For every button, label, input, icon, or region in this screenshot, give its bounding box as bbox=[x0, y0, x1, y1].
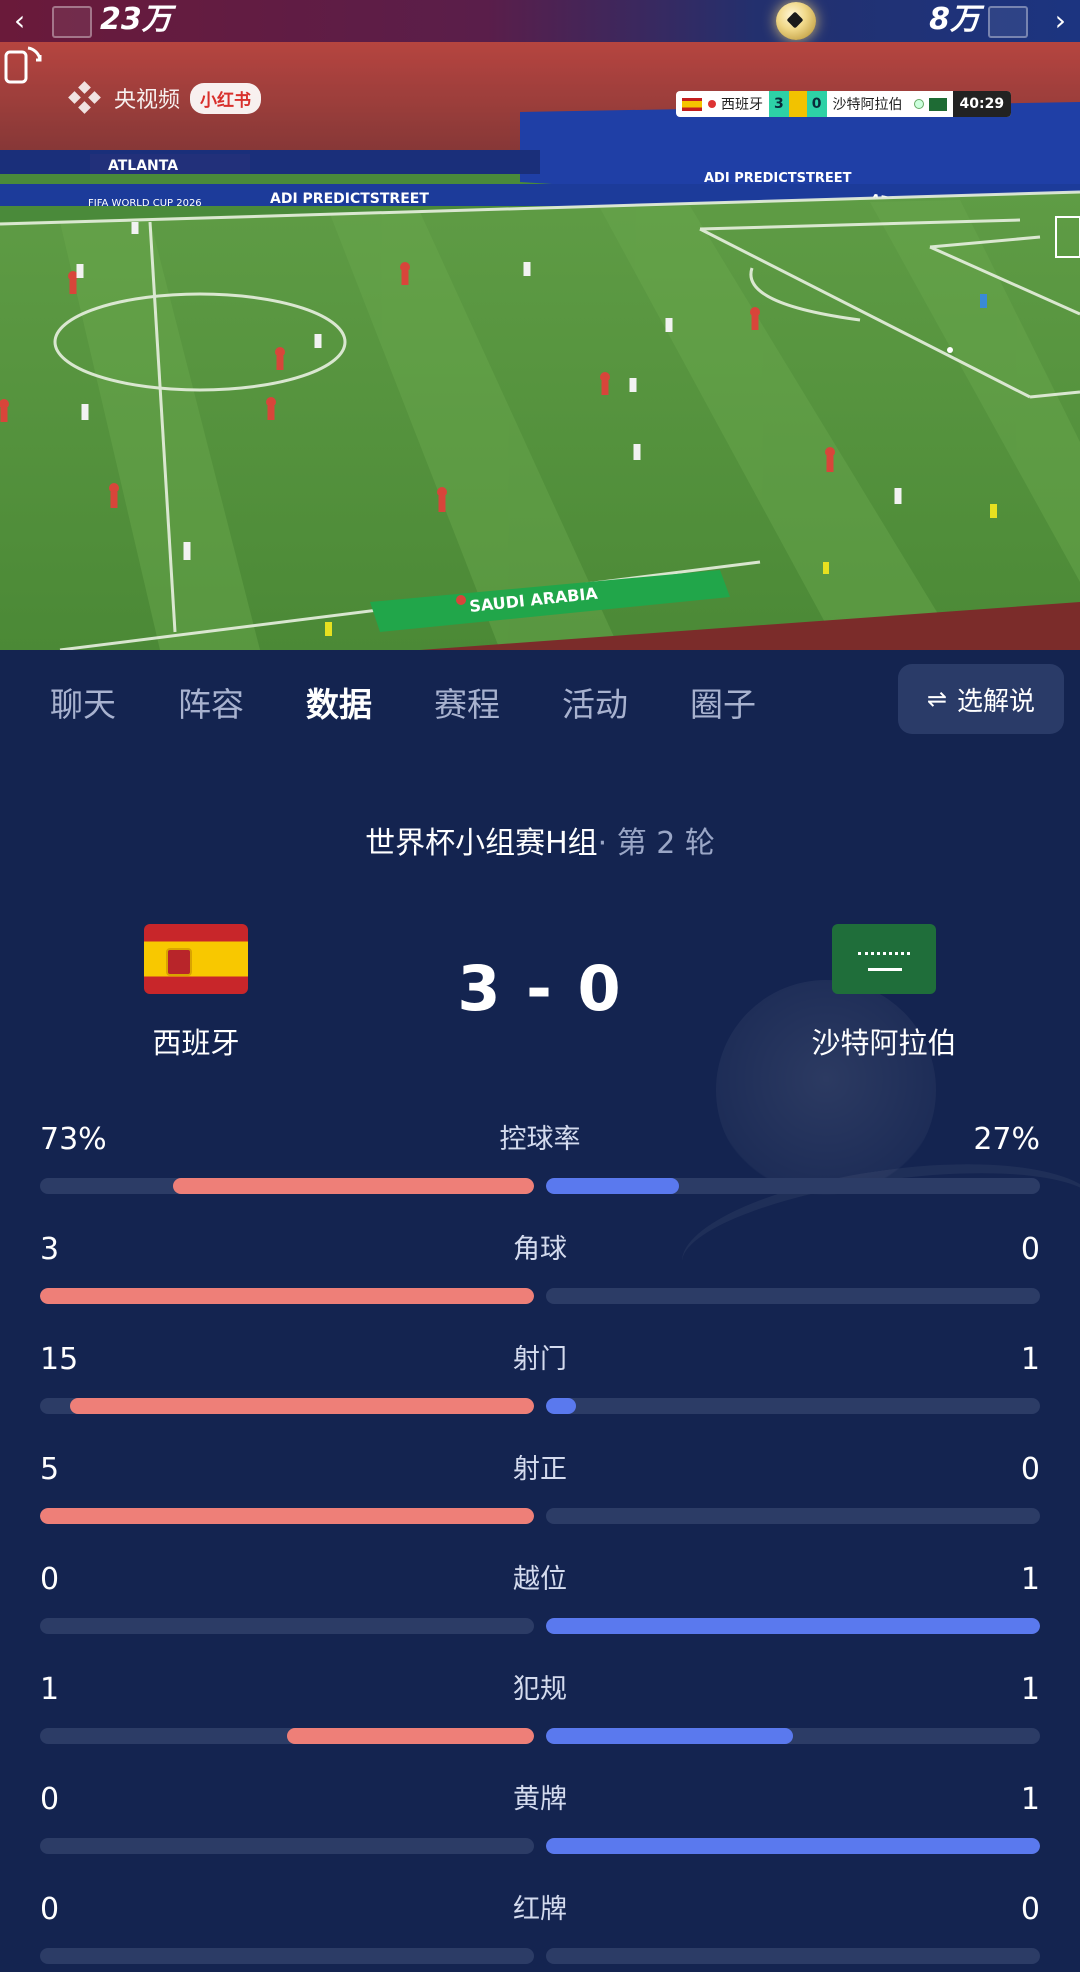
away-vote-box[interactable] bbox=[988, 6, 1028, 38]
rotate-screen-icon[interactable] bbox=[0, 42, 44, 86]
saudi-flag-icon bbox=[928, 97, 947, 111]
stat-away-value: 1 bbox=[1020, 1562, 1040, 1597]
stat-away-value: 1 bbox=[1020, 1672, 1040, 1707]
scorebug: 西班牙 3 0 沙特阿拉伯 40:29 bbox=[676, 91, 1012, 117]
tab-stats[interactable]: 数据 bbox=[306, 678, 372, 726]
stat-home-track bbox=[40, 1838, 534, 1854]
home-vote-count: 23万 bbox=[100, 2, 172, 37]
stat-home-bar bbox=[40, 1288, 534, 1304]
stat-away-track bbox=[546, 1618, 1040, 1634]
home-vote-box[interactable] bbox=[52, 6, 92, 38]
stat-label: 越位 bbox=[513, 1564, 567, 1595]
stat-row: 73% 控球率 27% bbox=[40, 1122, 1040, 1202]
stat-home-track bbox=[40, 1618, 534, 1634]
match-footage: ATLANTA FIFA WORLD CUP 2026 ADI PREDICTS… bbox=[0, 42, 1080, 650]
tab-community[interactable]: 圈子 bbox=[690, 678, 756, 726]
tab-chat[interactable]: 聊天 bbox=[50, 678, 116, 726]
stat-away-track bbox=[546, 1728, 1040, 1744]
stat-home-bar bbox=[70, 1398, 534, 1414]
scorebug-away-score: 0 bbox=[806, 91, 827, 117]
stat-away-track bbox=[546, 1838, 1040, 1854]
stat-away-bar bbox=[546, 1618, 1040, 1634]
select-commentary-button[interactable]: ⇌ 选解说 bbox=[898, 664, 1064, 734]
stat-home-track bbox=[40, 1728, 534, 1744]
ad-board-2: ADI PREDICTSTREET bbox=[704, 171, 852, 186]
cctv-logo-icon bbox=[66, 81, 104, 114]
scorebug-home-team: 西班牙 bbox=[721, 97, 763, 113]
stat-row: 3 角球 0 bbox=[40, 1232, 1040, 1312]
stat-away-bar bbox=[546, 1178, 679, 1194]
stat-row: 5 射正 0 bbox=[40, 1452, 1040, 1532]
stat-away-bar bbox=[546, 1398, 576, 1414]
stat-away-value: 1 bbox=[1020, 1342, 1040, 1377]
home-dot-icon bbox=[708, 100, 716, 108]
stat-home-track bbox=[40, 1948, 534, 1964]
stat-home-bar bbox=[173, 1178, 534, 1194]
tab-schedule[interactable]: 赛程 bbox=[434, 678, 500, 726]
stat-away-track bbox=[546, 1948, 1040, 1964]
stat-label: 犯规 bbox=[513, 1674, 567, 1705]
stat-home-track bbox=[40, 1288, 534, 1304]
stat-row: 15 射门 1 bbox=[40, 1342, 1040, 1422]
stat-label: 射门 bbox=[513, 1344, 567, 1375]
stat-away-bar bbox=[546, 1838, 1040, 1854]
stat-row: 0 越位 1 bbox=[40, 1562, 1040, 1642]
ad-board-atlanta: ATLANTA bbox=[108, 158, 178, 174]
vote-bar: ‹ 23万 8万 › bbox=[0, 0, 1080, 42]
stat-home-track bbox=[40, 1508, 534, 1524]
stat-label: 控球率 bbox=[499, 1124, 581, 1155]
world-cup-trophy-icon bbox=[788, 91, 807, 117]
ad-board-1: ADI PREDICTSTREET bbox=[270, 191, 429, 207]
stat-label: 红牌 bbox=[513, 1894, 567, 1925]
stat-home-track bbox=[40, 1178, 534, 1194]
away-dot-icon bbox=[913, 99, 924, 109]
select-commentary-label: 选解说 bbox=[957, 686, 1036, 717]
football-icon bbox=[776, 2, 816, 40]
tab-events[interactable]: 活动 bbox=[562, 678, 628, 726]
stat-home-track bbox=[40, 1398, 534, 1414]
home-team-name: 西班牙 bbox=[152, 1026, 240, 1060]
match-clock: 40:29 bbox=[952, 91, 1012, 117]
stat-away-value: 1 bbox=[1020, 1782, 1040, 1817]
saudi-flag-icon bbox=[832, 924, 936, 994]
broadcaster-watermark: 央视频 小红书 bbox=[66, 81, 262, 114]
competition-name: 世界杯小组赛H组 bbox=[365, 826, 598, 861]
source-badge: 小红书 bbox=[190, 82, 262, 114]
scorebug-away-team: 沙特阿拉伯 bbox=[832, 97, 903, 113]
stat-home-bar bbox=[287, 1728, 534, 1744]
away-vote-count: 8万 bbox=[929, 2, 980, 37]
stat-away-bar bbox=[546, 1728, 793, 1744]
round-label: · 第 2 轮 bbox=[597, 826, 715, 861]
competition-title: 世界杯小组赛H组· 第 2 轮 bbox=[0, 818, 1080, 862]
away-team-name: 沙特阿拉伯 bbox=[811, 1026, 957, 1060]
scorebug-home-score: 3 bbox=[769, 91, 789, 117]
stat-away-value: 0 bbox=[1020, 1452, 1040, 1487]
stat-away-track bbox=[546, 1398, 1040, 1414]
chevron-right-icon[interactable]: › bbox=[1055, 4, 1066, 37]
spain-flag-icon bbox=[682, 97, 702, 111]
stat-row: 0 黄牌 1 bbox=[40, 1782, 1040, 1862]
video-player[interactable]: ATLANTA FIFA WORLD CUP 2026 ADI PREDICTS… bbox=[0, 42, 1080, 650]
stat-away-value: 27% bbox=[973, 1122, 1040, 1157]
stat-label: 黄牌 bbox=[513, 1784, 567, 1815]
stat-home-bar bbox=[40, 1508, 534, 1524]
swap-icon: ⇌ bbox=[926, 685, 948, 713]
stat-row: 0 红牌 0 bbox=[40, 1892, 1040, 1972]
tab-lineup[interactable]: 阵容 bbox=[178, 678, 244, 726]
stat-away-track bbox=[546, 1508, 1040, 1524]
stat-away-track bbox=[546, 1288, 1040, 1304]
stat-label: 射正 bbox=[513, 1454, 567, 1485]
stat-row: 1 犯规 1 bbox=[40, 1672, 1040, 1752]
ad-board-world-cup: FIFA WORLD CUP 2026 bbox=[88, 198, 202, 209]
stat-away-track bbox=[546, 1178, 1040, 1194]
broadcaster-name: 央视频 bbox=[114, 88, 181, 113]
chevron-left-icon[interactable]: ‹ bbox=[14, 4, 25, 37]
stat-away-value: 0 bbox=[1020, 1892, 1040, 1927]
stat-away-value: 0 bbox=[1020, 1232, 1040, 1267]
stat-label: 角球 bbox=[513, 1234, 567, 1265]
away-team[interactable]: 沙特阿拉伯 bbox=[784, 924, 984, 1062]
